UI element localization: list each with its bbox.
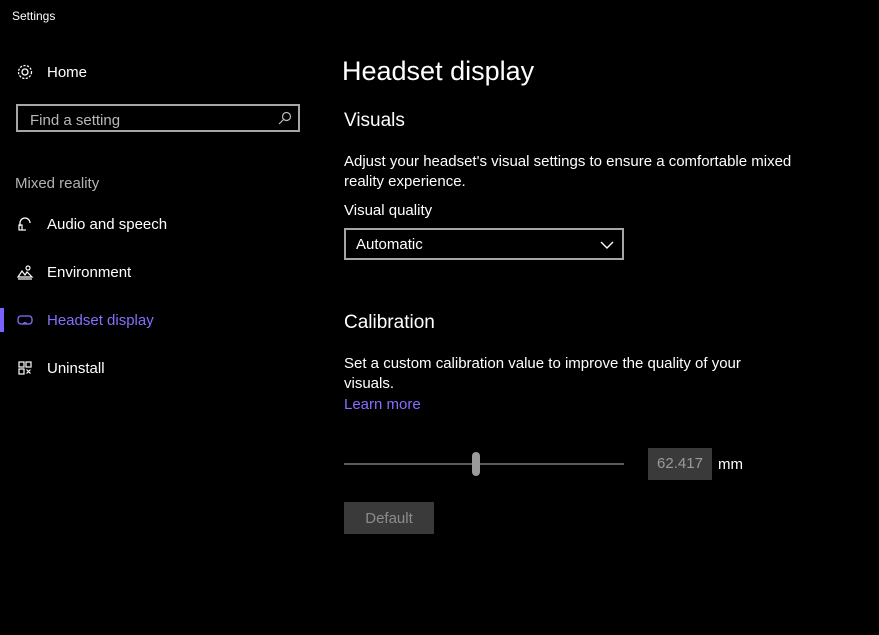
sidebar-item-label: Audio and speech — [47, 215, 168, 233]
calibration-description: Set a custom calibration value to improv… — [344, 355, 741, 392]
search-input[interactable] — [28, 109, 272, 131]
visuals-heading: Visuals — [344, 110, 405, 131]
sidebar-item-label: Headset display — [47, 311, 154, 329]
calibration-slider[interactable] — [344, 452, 624, 476]
gear-icon — [16, 63, 34, 81]
visual-quality-dropdown[interactable]: Automatic — [344, 228, 624, 260]
sidebar-item-label: Environment — [47, 263, 132, 281]
sidebar-home[interactable]: Home — [0, 52, 320, 92]
search-icon[interactable] — [278, 111, 292, 125]
learn-more-link[interactable]: Learn more — [344, 396, 421, 413]
section-label-mixed-reality: Mixed reality — [15, 175, 100, 192]
chevron-down-icon — [600, 238, 614, 250]
search-box[interactable] — [16, 104, 300, 132]
default-button[interactable]: Default — [344, 502, 434, 534]
sidebar-item-label: Uninstall — [47, 359, 105, 377]
calibration-heading: Calibration — [344, 312, 435, 333]
uninstall-icon — [16, 359, 34, 377]
headset-display-icon — [16, 311, 34, 329]
sidebar-item-uninstall[interactable]: Uninstall — [0, 348, 320, 388]
visual-quality-label: Visual quality — [344, 202, 433, 219]
calibration-unit: mm — [718, 456, 743, 473]
visuals-description: Adjust your headset's visual settings to… — [344, 153, 792, 190]
sidebar-item-audio-speech[interactable]: Audio and speech — [0, 204, 320, 244]
page-title: Headset display — [342, 56, 535, 86]
visual-quality-value: Automatic — [356, 236, 423, 253]
slider-thumb[interactable] — [471, 452, 480, 476]
sidebar-item-headset-display[interactable]: Headset display — [0, 300, 320, 340]
sidebar-home-label: Home — [47, 63, 88, 81]
calibration-value-field[interactable]: 62.417 — [648, 448, 712, 480]
headset-icon — [16, 215, 34, 233]
environment-icon — [16, 263, 34, 281]
sidebar-item-environment[interactable]: Environment — [0, 252, 320, 292]
window-title: Settings — [12, 9, 56, 23]
slider-track — [344, 463, 624, 465]
